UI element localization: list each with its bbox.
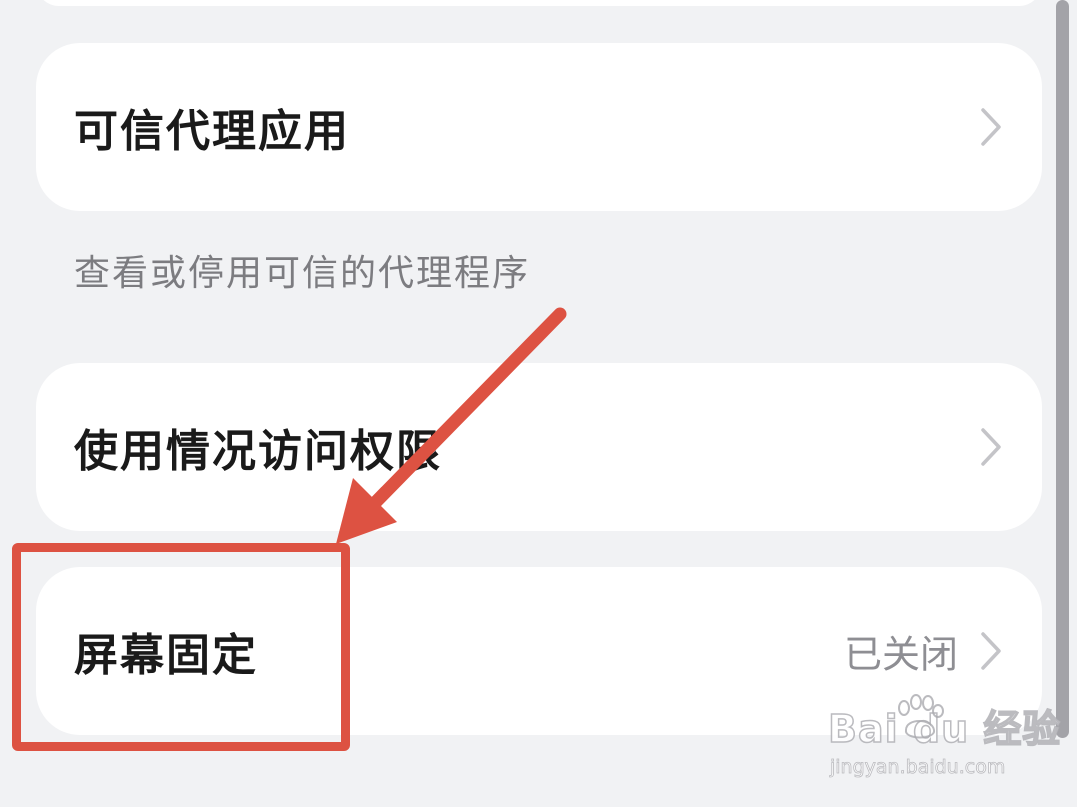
usage-access-label: 使用情况访问权限 — [74, 426, 442, 477]
trusted-agents-label: 可信代理应用 — [74, 106, 350, 157]
chevron-right-icon — [980, 427, 1002, 467]
trusted-agents-note: 查看或停用可信的代理程序 — [74, 253, 531, 294]
scrollbar[interactable] — [1056, 0, 1069, 738]
trusted-agents-row[interactable]: 可信代理应用 — [36, 43, 1042, 211]
screen-pinning-status: 已关闭 — [843, 632, 958, 677]
watermark-url: jingyan.baidu.com — [830, 756, 1006, 779]
usage-access-row[interactable]: 使用情况访问权限 — [36, 363, 1042, 531]
previous-settings-card — [36, 0, 1042, 6]
chevron-right-icon — [980, 631, 1002, 671]
chevron-right-icon — [980, 107, 1002, 147]
annotation-highlight-box — [12, 543, 350, 751]
